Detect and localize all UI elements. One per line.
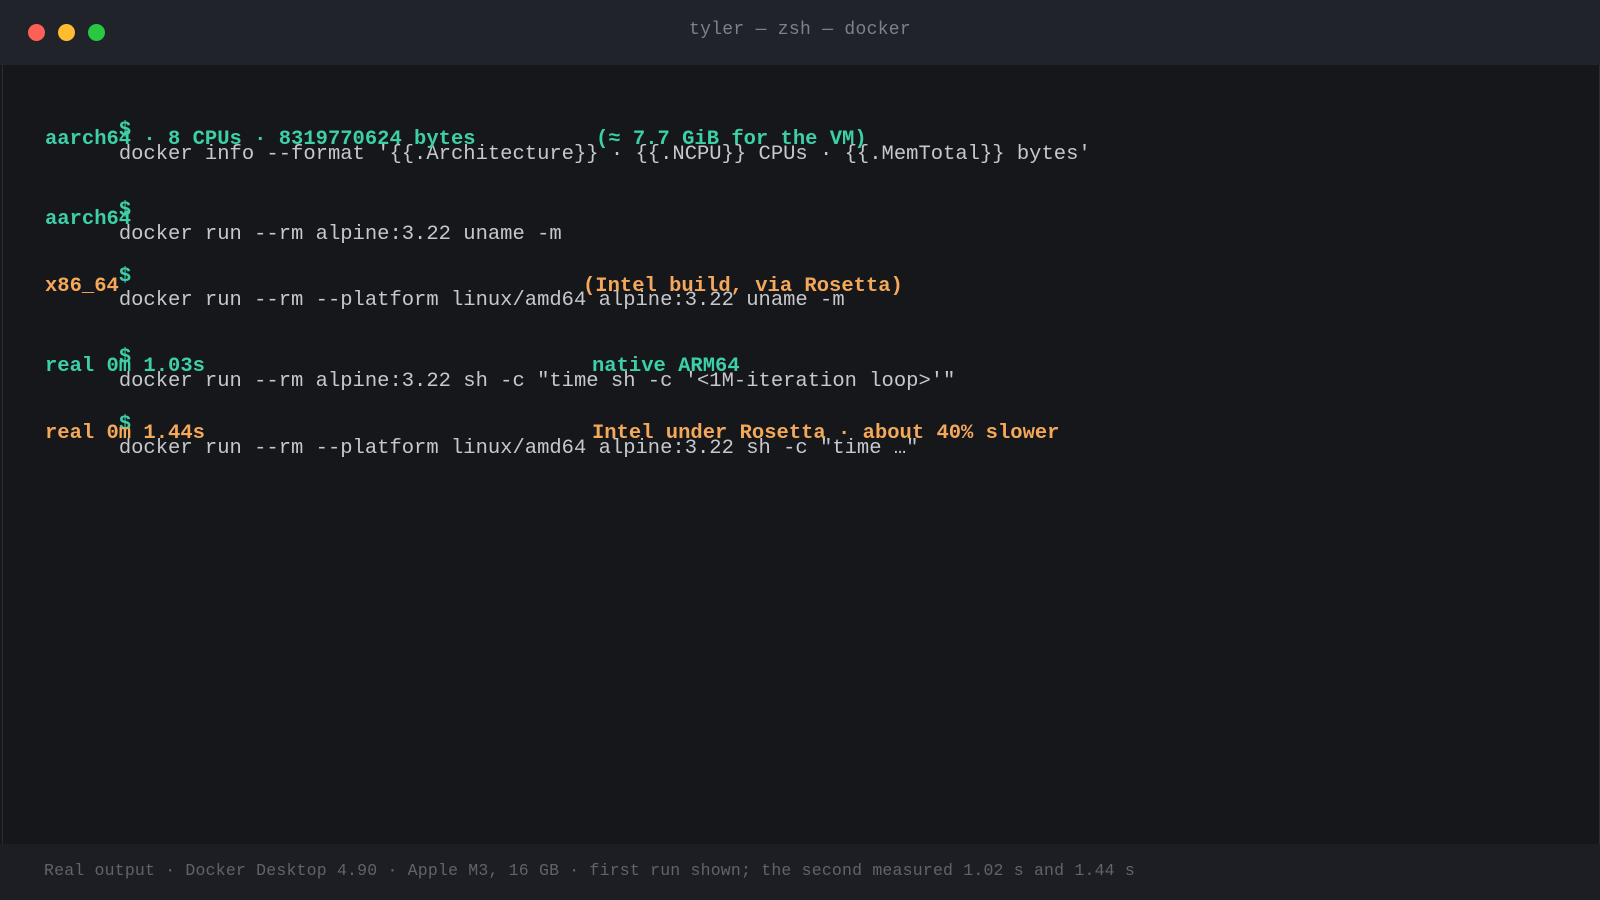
output-note: (≈ 7.7 GiB for the VM) [596,128,867,151]
title-bar[interactable]: tyler — zsh — docker [0,0,1600,65]
terminal-window: tyler — zsh — docker $ docker info --for… [0,0,1600,900]
output-line: real 0m 1.44s [45,422,205,445]
output-line: aarch64 · 8 CPUs · 8319770624 bytes [45,128,476,151]
window-title: tyler — zsh — docker [688,20,912,40]
footer-caption: Real output · Docker Desktop 4.90 · Appl… [44,861,1135,880]
caption-footer: Real output · Docker Desktop 4.90 · Appl… [0,844,1600,900]
output-line: real 0m 1.03s [45,355,205,378]
output-note: Intel under Rosetta · about 40% slower [592,422,1060,445]
prompt-symbol: $ [118,265,144,288]
output-note: (Intel build, via Rosetta) [583,275,903,298]
output-line: aarch64 [45,208,132,231]
output-note: native ARM64 [592,355,740,378]
terminal-output-area[interactable]: $ docker info --format '{{.Architecture}… [2,65,1600,844]
output-line: x86_64 [45,275,119,298]
